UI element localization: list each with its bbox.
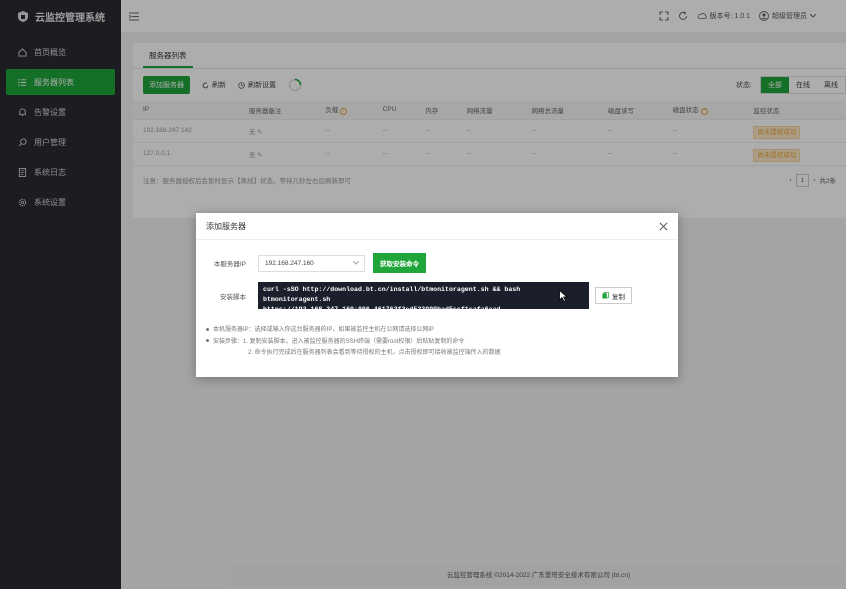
command-line-1: curl -sSO http://download.bt.cn/install/… <box>263 286 521 303</box>
close-icon[interactable] <box>659 222 668 231</box>
ip-select-value: 192.168.247.160 <box>265 259 314 267</box>
note-step-2: 2. 命令执行完成后在服务器列表会看到等待授权的主机，点击授权即可接收被监控端传… <box>248 350 501 356</box>
note-ip: 本机服务器IP：选择或输入你这台服务器的IP，如果被监控主机在公网请选择公网IP <box>206 325 501 337</box>
note-steps: 安装步骤：1. 复制安装脚本，进入被监控服务器的SSH终端（需要root权限）后… <box>206 337 501 349</box>
script-label: 安装脚本 <box>220 293 246 301</box>
command-line-2: https://192.168.247.160:806 461763f3cd52… <box>263 306 501 313</box>
chevron-down-icon <box>353 261 359 265</box>
get-install-command-button[interactable]: 获取安装命令 <box>373 253 426 273</box>
copy-label: 复制 <box>612 293 625 301</box>
dialog-title: 添加服务器 <box>206 221 246 231</box>
copy-button[interactable]: 复制 <box>595 287 632 304</box>
install-command-box[interactable]: curl -sSO http://download.bt.cn/install/… <box>258 282 589 313</box>
mouse-cursor-icon <box>559 290 568 302</box>
ip-select[interactable]: 192.168.247.160 <box>258 254 365 272</box>
ip-label: 本服务器IP <box>213 261 246 268</box>
add-server-dialog: 添加服务器 本服务器IP 192.168.247.160 获取安装命令 安装脚本… <box>196 213 678 377</box>
dialog-notes: 本机服务器IP：选择或输入你这台服务器的IP，如果被监控主机在公网请选择公网IP… <box>206 325 501 360</box>
copy-icon <box>602 292 609 299</box>
